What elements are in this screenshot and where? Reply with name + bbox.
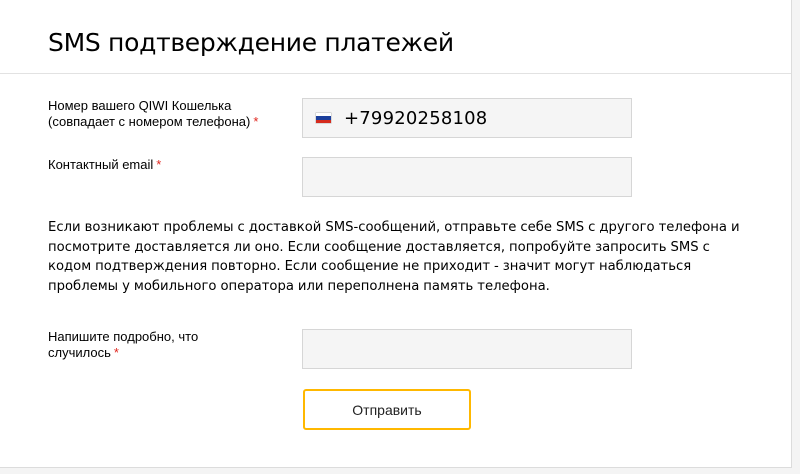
email-field[interactable] (303, 158, 631, 196)
wallet-label: Номер вашего QIWI Кошелька (совпадает с … (48, 98, 258, 130)
wallet-label-line2: (совпадает с номером телефона) * (48, 114, 258, 130)
wallet-phone-field[interactable]: +79920258108 (302, 98, 632, 138)
wallet-label-line1: Номер вашего QIWI Кошелька (48, 98, 232, 113)
wallet-label-line2-text: (совпадает с номером телефона) (48, 114, 251, 129)
page-background-right (792, 0, 800, 474)
description-required-mark: * (113, 345, 119, 360)
description-field[interactable] (303, 330, 631, 368)
page-title: SMS подтверждение платежей (48, 28, 454, 57)
page-header: SMS подтверждение платежей (0, 0, 791, 74)
description-label-line2-text: случилось (48, 345, 111, 360)
description-label-line2: случилось * (48, 345, 198, 361)
wallet-required-mark: * (253, 114, 259, 129)
wallet-phone-value: +79920258108 (344, 107, 488, 129)
description-field-wrapper (302, 329, 632, 369)
description-label-line1: Напишите подробно, что (48, 329, 199, 344)
sms-help-text: Если возникают проблемы с доставкой SMS-… (48, 220, 740, 294)
email-label: Контактный email * (48, 157, 161, 173)
email-required-mark: * (156, 157, 162, 172)
submit-button[interactable]: Отправить (303, 389, 471, 430)
page-background-bottom (0, 468, 800, 474)
russia-flag-icon (316, 113, 331, 123)
email-field-wrapper (302, 157, 632, 197)
description-label: Напишите подробно, что случилось * (48, 329, 198, 361)
form-card: SMS подтверждение платежей Номер вашего … (0, 0, 792, 468)
email-label-text: Контактный email (48, 157, 154, 172)
